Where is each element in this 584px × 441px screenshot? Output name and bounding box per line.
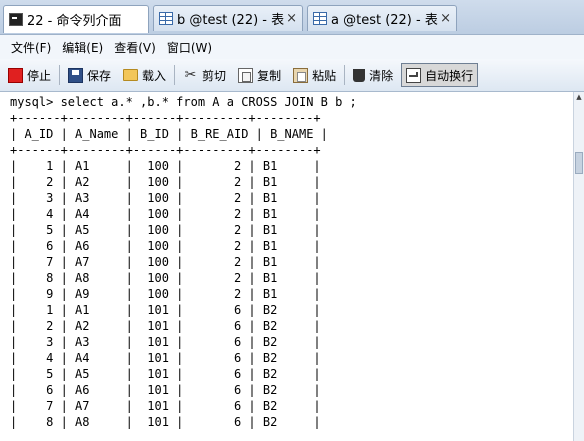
table-row: | 7 | A7 | 100 | 2 | B1 | <box>10 255 321 269</box>
stop-label: 停止 <box>27 68 52 83</box>
scissors-icon: ✂ <box>184 66 197 83</box>
command-line: mysql> select a.* ,b.* from A a CROSS JO… <box>10 95 357 109</box>
table-icon <box>159 12 173 25</box>
trash-icon <box>353 68 366 82</box>
table-row: | 4 | A4 | 100 | 2 | B1 | <box>10 207 321 221</box>
cut-label: 剪切 <box>202 68 227 83</box>
console-output[interactable]: mysql> select a.* ,b.* from A a CROSS JO… <box>0 92 573 441</box>
toolbar-separator <box>344 65 346 85</box>
table-header: | A_ID | A_Name | B_ID | B_RE_AID | B_NA… <box>10 127 328 141</box>
table-row: | 3 | A3 | 100 | 2 | B1 | <box>10 191 321 205</box>
table-row: | 2 | A2 | 101 | 6 | B2 | <box>10 319 321 333</box>
table-row: | 6 | A6 | 101 | 6 | B2 | <box>10 383 321 397</box>
stop-button[interactable]: 停止 <box>4 63 55 87</box>
menu-file[interactable]: 文件(F) <box>11 39 51 56</box>
tab-label: b @test (22) - 表 <box>177 13 285 28</box>
table-row: | 9 | A9 | 100 | 2 | B1 | <box>10 287 321 301</box>
menu-window[interactable]: 窗口(W) <box>167 39 212 56</box>
stop-icon <box>8 67 23 83</box>
word-wrap-toggle[interactable]: 自动换行 <box>401 63 479 87</box>
table-row: | 3 | A3 | 101 | 6 | B2 | <box>10 335 321 349</box>
table-row: | 5 | A5 | 101 | 6 | B2 | <box>10 367 321 381</box>
load-label: 载入 <box>142 68 167 83</box>
toolbar: 停止 保存 载入 ✂ 剪切 复制 粘贴 清除 自动换行 <box>0 59 584 92</box>
word-wrap-label: 自动换行 <box>425 68 474 83</box>
word-wrap-icon <box>406 67 422 83</box>
table-row: | 8 | A8 | 100 | 2 | B1 | <box>10 271 321 285</box>
menu-bar: 文件(F) 编辑(E) 查看(V) 窗口(W) <box>0 35 584 59</box>
table-row: | 6 | A6 | 100 | 2 | B1 | <box>10 239 321 253</box>
save-icon <box>68 67 84 83</box>
paste-label: 粘贴 <box>312 68 337 83</box>
table-row: | 8 | A8 | 101 | 6 | B2 | <box>10 415 321 429</box>
tab-label: a @test (22) - 表 <box>331 13 438 28</box>
tab-bar: 22 - 命令列介面 b @test (22) - 表 × a @test (2… <box>0 0 584 35</box>
tab-command-line[interactable]: 22 - 命令列介面 <box>3 5 149 33</box>
console-text: mysql> select a.* ,b.* from A a CROSS JO… <box>0 92 573 430</box>
scroll-up-icon[interactable]: ▲ <box>574 92 584 103</box>
menu-edit[interactable]: 编辑(E) <box>62 39 103 56</box>
close-icon[interactable]: × <box>286 11 297 26</box>
tab-table-b[interactable]: b @test (22) - 表 × <box>153 5 303 31</box>
copy-label: 复制 <box>257 68 282 83</box>
copy-icon <box>238 67 254 83</box>
toolbar-separator <box>174 65 176 85</box>
vertical-scrollbar[interactable]: ▲ <box>573 92 584 441</box>
close-icon[interactable]: × <box>440 11 451 26</box>
tab-table-a[interactable]: a @test (22) - 表 × <box>307 5 457 31</box>
table-row: | 5 | A5 | 100 | 2 | B1 | <box>10 223 321 237</box>
clear-label: 清除 <box>369 68 394 83</box>
paste-icon <box>293 67 309 83</box>
scroll-thumb[interactable] <box>575 152 583 174</box>
table-row: | 1 | A1 | 100 | 2 | B1 | <box>10 159 321 173</box>
table-row: | 4 | A4 | 101 | 6 | B2 | <box>10 351 321 365</box>
load-button[interactable]: 载入 <box>119 63 170 87</box>
save-label: 保存 <box>87 68 112 83</box>
table-border: +------+--------+------+---------+------… <box>10 111 321 125</box>
folder-icon <box>123 69 139 81</box>
table-row: | 1 | A1 | 101 | 6 | B2 | <box>10 303 321 317</box>
table-icon <box>313 12 327 25</box>
clear-button[interactable]: 清除 <box>349 63 397 87</box>
cut-button[interactable]: ✂ 剪切 <box>179 63 230 87</box>
save-button[interactable]: 保存 <box>64 63 115 87</box>
table-row: | 7 | A7 | 101 | 6 | B2 | <box>10 399 321 413</box>
toolbar-separator <box>59 65 61 85</box>
menu-view[interactable]: 查看(V) <box>114 39 156 56</box>
paste-button[interactable]: 粘贴 <box>289 63 340 87</box>
table-row: | 2 | A2 | 100 | 2 | B1 | <box>10 175 321 189</box>
tab-label: 22 - 命令列介面 <box>27 14 122 29</box>
table-border: +------+--------+------+---------+------… <box>10 143 321 157</box>
copy-button[interactable]: 复制 <box>234 63 285 87</box>
terminal-icon <box>9 13 23 26</box>
